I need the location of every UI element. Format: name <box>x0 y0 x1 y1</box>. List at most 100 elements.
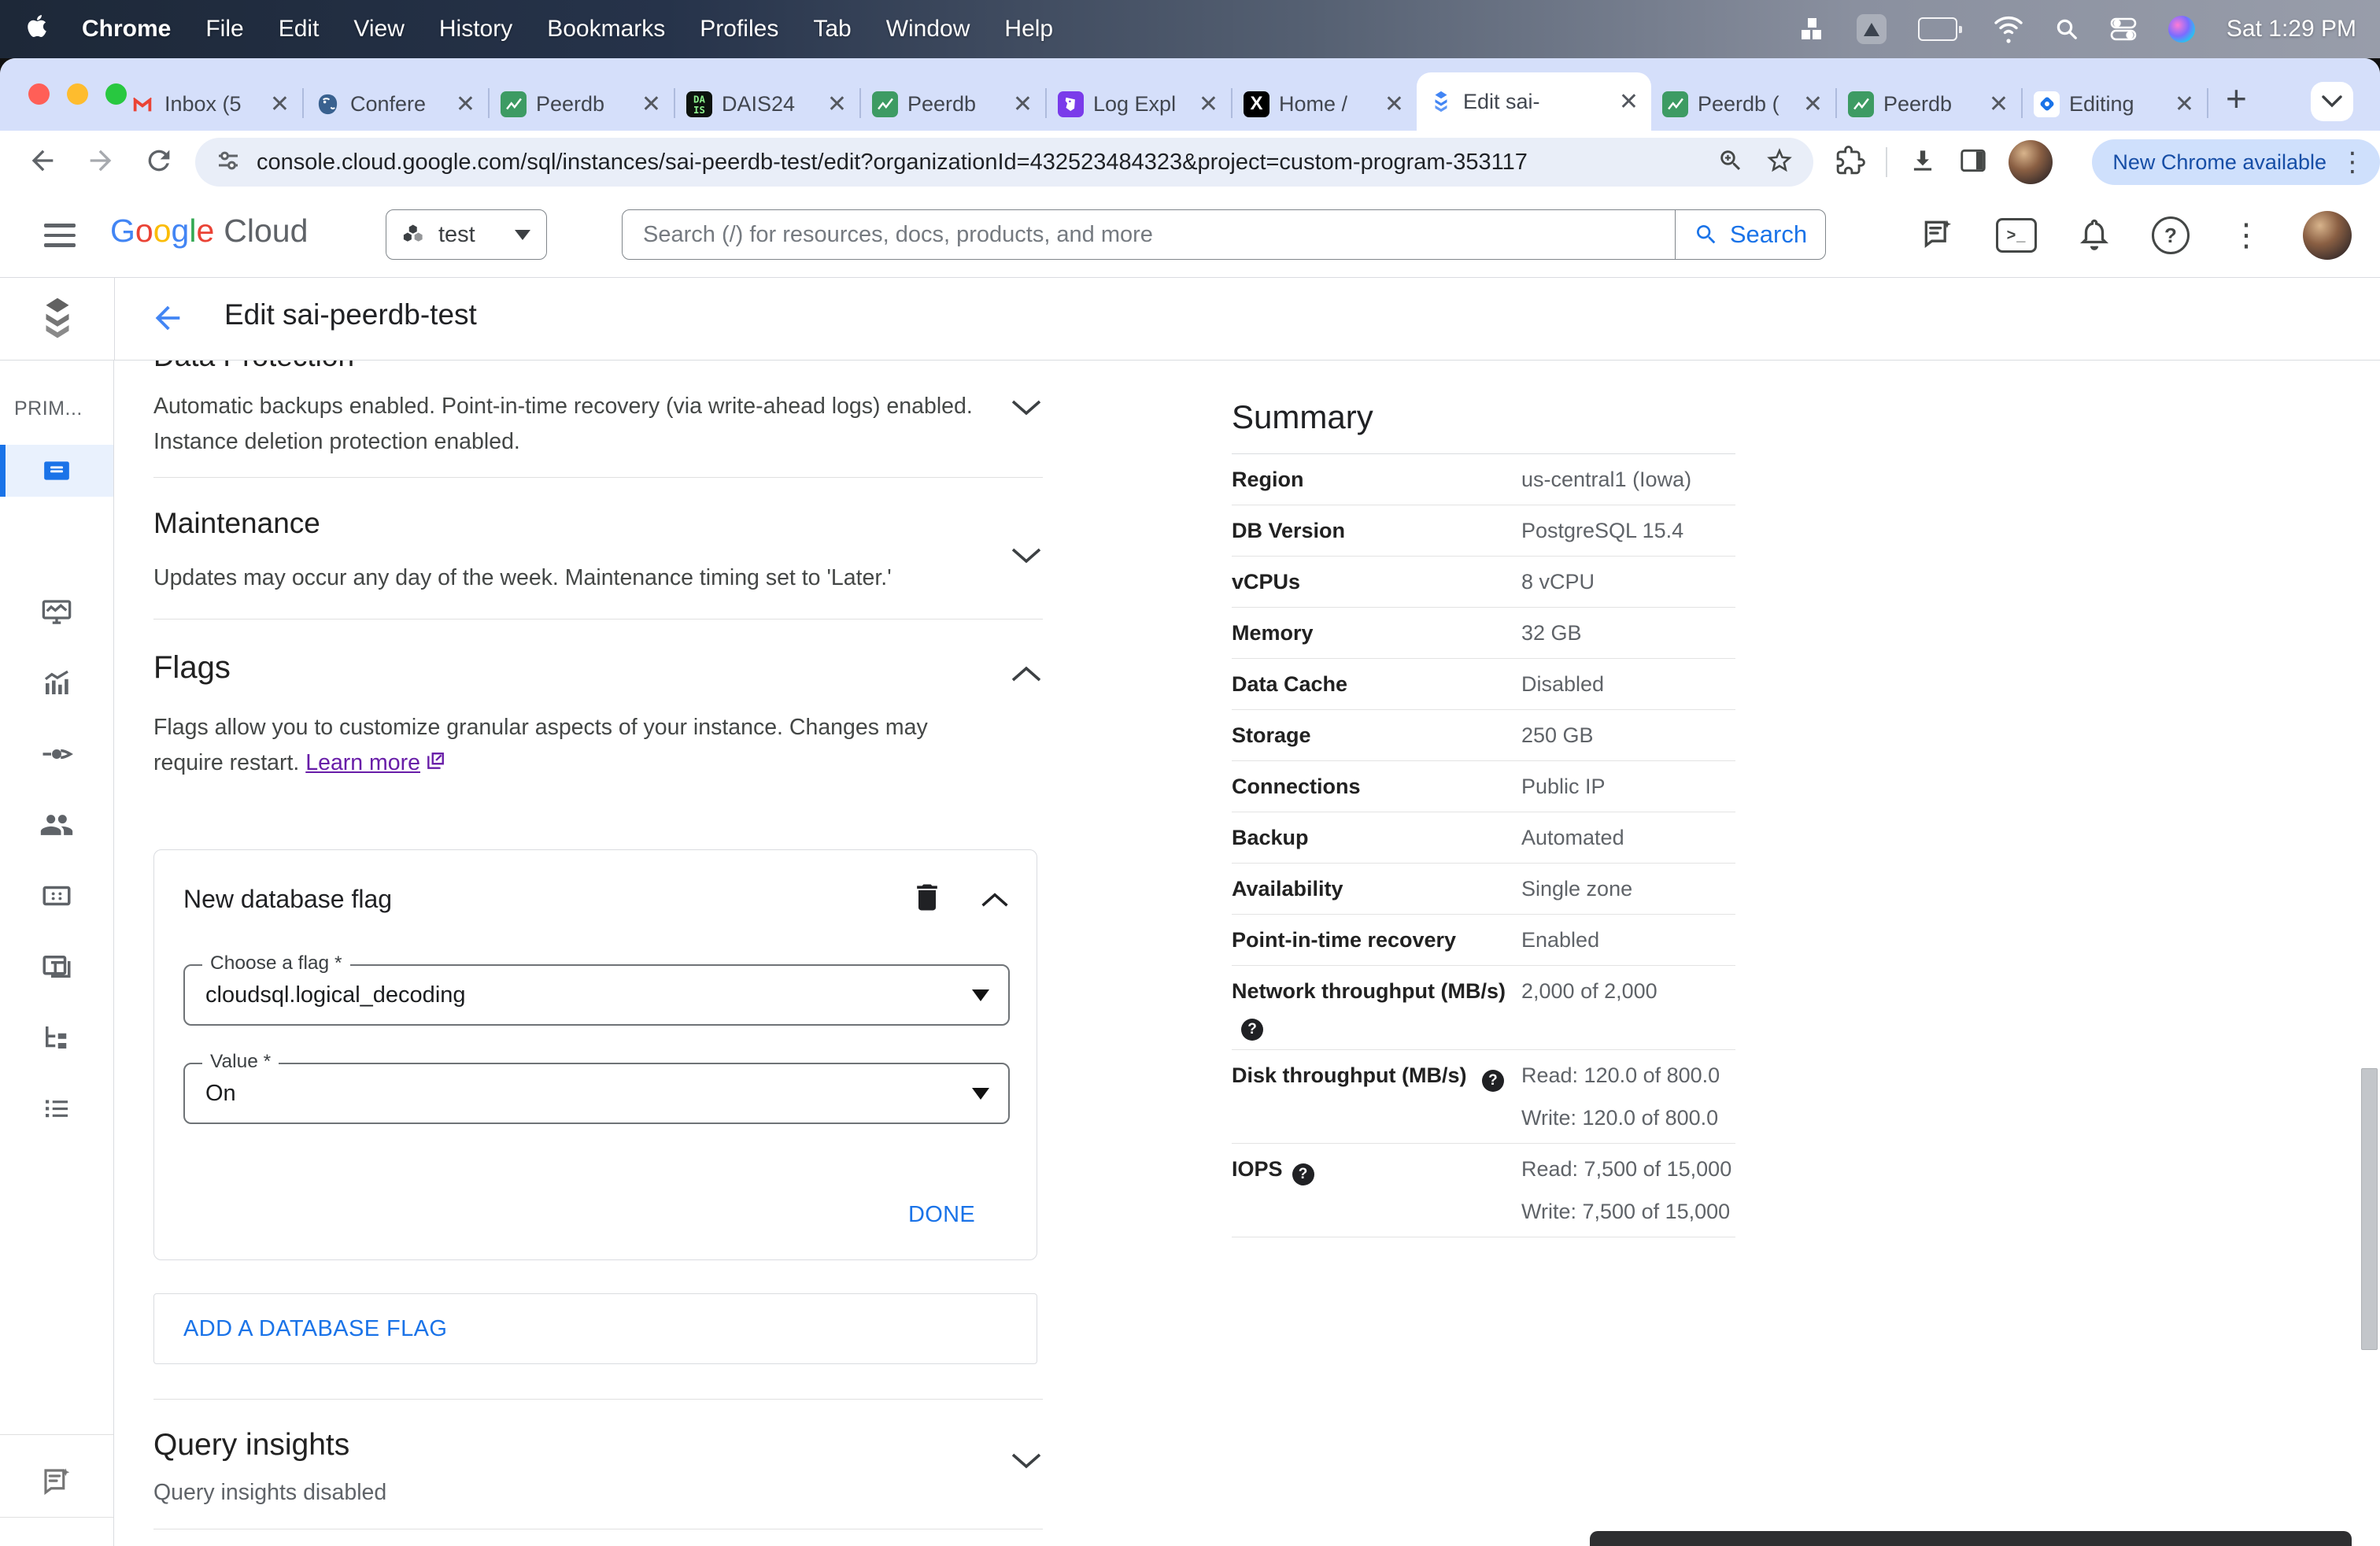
release-notes-icon[interactable] <box>1920 216 1955 255</box>
delete-flag-icon[interactable] <box>910 878 944 920</box>
battery-icon[interactable] <box>1917 17 1962 41</box>
flags-collapse-icon[interactable] <box>1009 663 1044 689</box>
query-insights-expand-icon[interactable] <box>1009 1450 1044 1476</box>
sidebar-item-users[interactable] <box>0 799 113 851</box>
sidebar-item-operations[interactable] <box>0 1082 113 1134</box>
sidebar-item-databases[interactable] <box>0 870 113 922</box>
zoom-page-icon[interactable] <box>1717 147 1744 178</box>
account-avatar[interactable] <box>2303 211 2352 260</box>
forward-button[interactable] <box>85 145 116 180</box>
menubar-item-profiles[interactable]: Profiles <box>700 16 778 43</box>
close-window-button[interactable] <box>28 83 50 105</box>
tab-close-icon[interactable]: ✕ <box>2173 91 2196 118</box>
address-bar[interactable]: console.cloud.google.com/sql/instances/s… <box>195 138 1814 187</box>
tab-close-icon[interactable]: ✕ <box>1011 91 1034 118</box>
grid-app-icon[interactable] <box>1800 17 1825 42</box>
menubar-item-history[interactable]: History <box>439 16 512 43</box>
help-icon[interactable]: ? <box>1292 1163 1314 1185</box>
sidebar-item-overview[interactable] <box>0 445 113 497</box>
browser-menu-icon[interactable]: ⋮ <box>2339 149 2366 176</box>
tab-x-home[interactable]: X Home / ✕ <box>1232 77 1417 131</box>
bookmark-star-icon[interactable] <box>1765 146 1794 179</box>
menubar-item-window[interactable]: Window <box>886 16 970 43</box>
menubar-item-file[interactable]: File <box>205 16 243 43</box>
sidebar-item-backups[interactable] <box>0 941 113 993</box>
data-protection-expand-icon[interactable] <box>1009 397 1044 423</box>
tab-close-icon[interactable]: ✕ <box>1802 91 1824 118</box>
tab-editing[interactable]: Editing ✕ <box>2023 77 2207 131</box>
chrome-update-pill[interactable]: New Chrome available ⋮ <box>2092 139 2380 185</box>
gcloud-search-button[interactable]: Search <box>1675 210 1825 259</box>
download-icon[interactable] <box>1908 146 1938 179</box>
tab-close-icon[interactable]: ✕ <box>826 91 848 118</box>
spotlight-icon[interactable] <box>2055 17 2079 41</box>
more-options-icon[interactable]: ⋮ <box>2230 220 2262 251</box>
flag-value-select[interactable]: Value * On <box>183 1051 1010 1124</box>
background-window-edge[interactable] <box>1590 1531 2352 1546</box>
project-selector[interactable]: test <box>386 209 547 260</box>
gcloud-search-bar[interactable]: Search <box>622 209 1826 260</box>
sidebar-item-connections[interactable] <box>0 728 113 780</box>
learn-more-link[interactable]: Learn more <box>305 750 420 775</box>
menubar-item-edit[interactable]: Edit <box>279 16 320 43</box>
tab-postgres-conference[interactable]: Confere ✕ <box>304 77 488 131</box>
sidebar-item-replicas[interactable] <box>0 1012 113 1063</box>
scrollbar-thumb[interactable] <box>2361 1068 2378 1350</box>
help-icon[interactable]: ? <box>1481 1070 1504 1092</box>
cloud-shell-icon[interactable]: >_ <box>1996 218 2037 253</box>
tab-peerdb-4[interactable]: Peerdb ✕ <box>1837 77 2021 131</box>
help-icon[interactable]: ? <box>2152 216 2190 254</box>
done-button[interactable]: DONE <box>908 1202 975 1228</box>
tab-close-icon[interactable]: ✕ <box>268 91 291 118</box>
site-settings-icon[interactable] <box>214 146 242 179</box>
browser-profile-avatar[interactable] <box>2009 140 2053 184</box>
apple-menu-icon[interactable] <box>27 13 47 45</box>
add-database-flag-button[interactable]: ADD A DATABASE FLAG <box>153 1293 1037 1364</box>
url-text[interactable]: console.cloud.google.com/sql/instances/s… <box>257 150 1703 176</box>
tab-search-button[interactable] <box>2311 82 2353 121</box>
tab-peerdb-3[interactable]: Peerdb ( ✕ <box>1651 77 1835 131</box>
extensions-icon[interactable] <box>1835 145 1866 179</box>
tab-dais24[interactable]: DA IS DAIS24 ✕ <box>675 77 859 131</box>
menubar-item-bookmarks[interactable]: Bookmarks <box>547 16 665 43</box>
gcloud-logo[interactable]: Google Cloud <box>110 213 308 250</box>
sidebar-item-query-insights[interactable] <box>0 657 113 709</box>
notifications-bell-icon[interactable] <box>2078 217 2111 254</box>
triangle-app-icon[interactable] <box>1856 14 1887 44</box>
tab-close-icon[interactable]: ✕ <box>1197 91 1220 118</box>
side-panel-icon[interactable] <box>1958 146 1988 179</box>
menubar-item-tab[interactable]: Tab <box>813 16 851 43</box>
tab-close-icon[interactable]: ✕ <box>454 91 477 118</box>
gcloud-search-input[interactable] <box>623 221 1675 248</box>
menubar-item-help[interactable]: Help <box>1004 16 1053 43</box>
control-center-icon[interactable] <box>2110 17 2137 42</box>
sidebar-item-system-insights[interactable] <box>0 586 113 638</box>
back-button[interactable] <box>27 145 58 180</box>
cloud-sql-logo-icon[interactable] <box>35 295 80 345</box>
tab-close-icon[interactable]: ✕ <box>1383 91 1406 118</box>
tab-peerdb-2[interactable]: Peerdb ✕ <box>861 77 1045 131</box>
back-arrow-button[interactable] <box>150 300 186 340</box>
tab-close-icon[interactable]: ✕ <box>1987 91 2010 118</box>
sidebar-item-release-notes[interactable] <box>0 1455 113 1507</box>
menubar-item-view[interactable]: View <box>353 16 404 43</box>
new-tab-button[interactable]: + <box>2226 77 2247 120</box>
tab-edit-sai-peerdb-test-active[interactable]: Edit sai- ✕ <box>1417 72 1651 131</box>
flag-card-collapse-icon[interactable] <box>979 890 1011 914</box>
siri-icon[interactable] <box>2168 16 2195 43</box>
help-icon[interactable]: ? <box>1241 1019 1263 1041</box>
tab-peerdb-1[interactable]: Peerdb ✕ <box>490 77 674 131</box>
tab-log-explorer[interactable]: Log Expl ✕ <box>1047 77 1231 131</box>
tab-close-icon[interactable]: ✕ <box>640 91 663 118</box>
menubar-clock[interactable]: Sat 1:29 PM <box>2227 16 2356 43</box>
choose-flag-select[interactable]: Choose a flag * cloudsql.logical_decodin… <box>183 952 1010 1026</box>
menubar-app-name[interactable]: Chrome <box>82 16 171 43</box>
maintenance-expand-icon[interactable] <box>1009 545 1044 571</box>
tab-gmail-inbox[interactable]: Inbox (5 ✕ <box>118 77 302 131</box>
tab-close-icon[interactable]: ✕ <box>1617 88 1640 116</box>
sidebar-collapse-button[interactable] <box>0 1539 113 1546</box>
nav-menu-icon[interactable] <box>44 224 76 247</box>
minimize-window-button[interactable] <box>67 83 88 105</box>
reload-button[interactable] <box>143 145 175 180</box>
wifi-icon[interactable] <box>1994 15 2023 43</box>
